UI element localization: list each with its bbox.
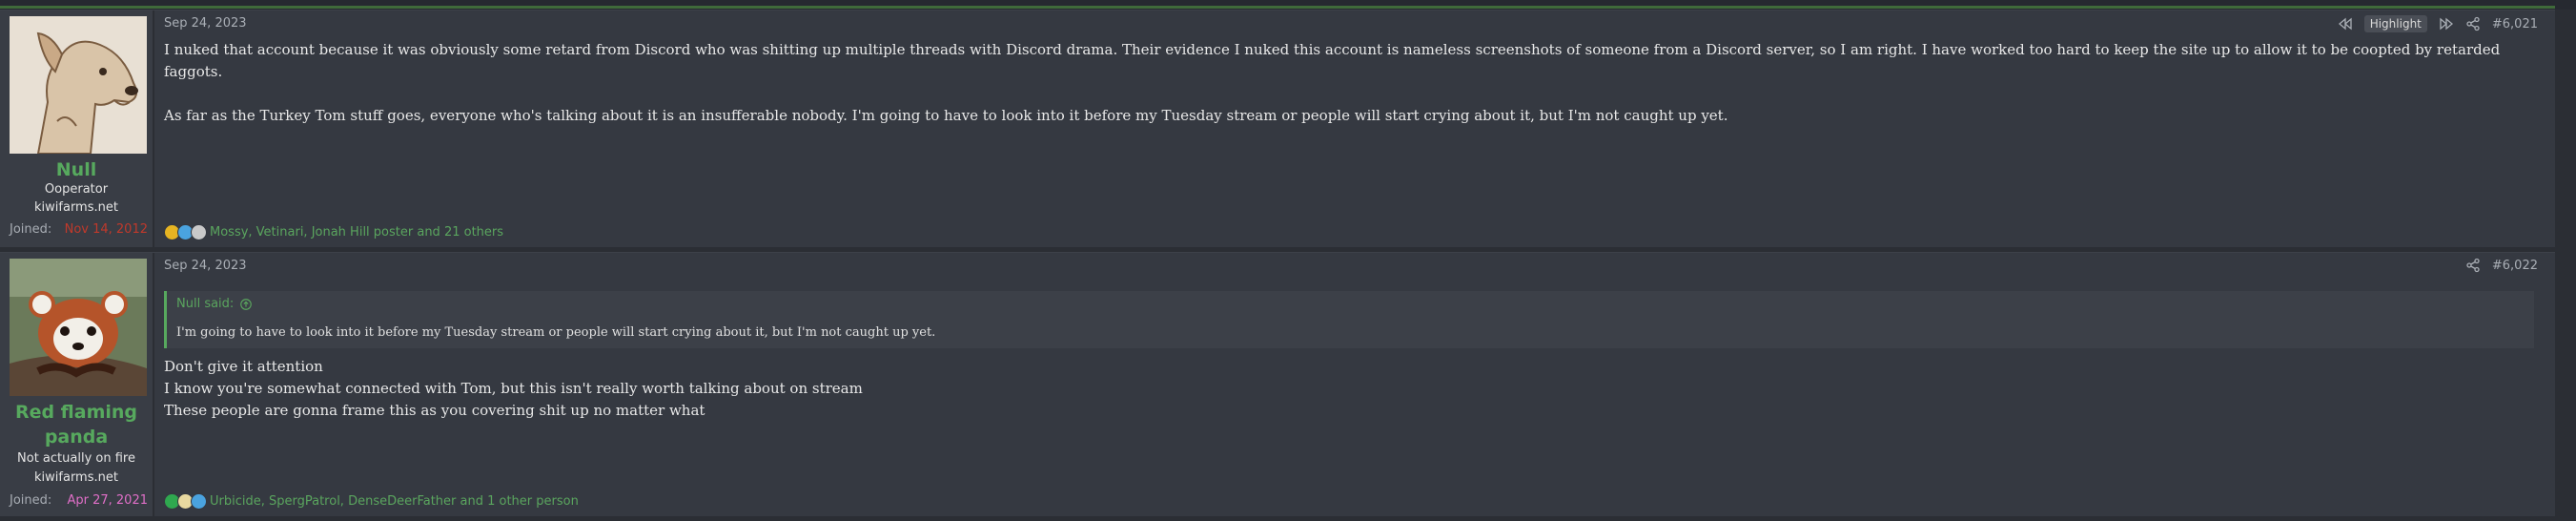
joined-row: Joined: Nov 14, 2012 (10, 222, 148, 237)
avatar[interactable] (10, 259, 147, 396)
user-pane: Null Ooperator kiwifarms.net Joined: Nov… (0, 10, 154, 247)
post-6021: Null Ooperator kiwifarms.net Joined: Nov… (0, 10, 2555, 247)
red-panda-avatar-icon (10, 259, 147, 396)
reactions-bar[interactable]: Mossy, Vetinari, Jonah Hill poster and 2… (164, 224, 503, 240)
line: These people are gonna frame this as you… (164, 402, 705, 419)
share-icon[interactable] (2465, 16, 2481, 31)
post-main: Sep 24, 2023 Highlight #6,021 I nuked th… (162, 10, 2544, 247)
reactions-bar[interactable]: Urbicide, SpergPatrol, DenseDeerFather a… (164, 493, 579, 510)
page-top-bar (0, 0, 2576, 10)
arrow-up-circle-icon[interactable] (239, 298, 253, 311)
reaction-icons (164, 493, 207, 510)
cocktail-reaction-icon (191, 224, 207, 240)
paragraph: I nuked that account because it was obvi… (164, 41, 2501, 80)
reaction-names[interactable]: Urbicide, SpergPatrol, DenseDeerFather a… (210, 494, 579, 509)
username-line-2[interactable]: panda (0, 425, 153, 449)
post-main: Sep 24, 2023 #6,022 Null said: I'm going… (162, 253, 2544, 516)
reaction-icons (164, 224, 207, 240)
username-line-1[interactable]: Red flaming (0, 400, 153, 425)
rewind-icon[interactable] (2338, 16, 2353, 31)
dog-avatar-icon (10, 16, 147, 154)
paragraph: As far as the Turkey Tom stuff goes, eve… (164, 107, 1728, 124)
post-date[interactable]: Sep 24, 2023 (164, 259, 247, 273)
quote-author[interactable]: Null said: (176, 297, 234, 311)
quote-author-row[interactable]: Null said: (176, 297, 253, 311)
user-site: kiwifarms.net (34, 200, 118, 215)
post-tools: Highlight #6,021 (2338, 15, 2538, 32)
user-pane: Red flaming panda Not actually on fire k… (0, 253, 154, 516)
post-date[interactable]: Sep 24, 2023 (164, 16, 247, 31)
username[interactable]: Null (0, 157, 153, 182)
line: Don't give it attention (164, 358, 323, 375)
post-6022: Red flaming panda Not actually on fire k… (0, 252, 2555, 516)
joined-label: Joined: (10, 493, 52, 508)
highlight-button[interactable]: Highlight (2363, 15, 2427, 32)
joined-label: Joined: (10, 222, 52, 237)
quote-text: I'm going to have to look into it before… (176, 325, 936, 340)
share-icon[interactable] (2465, 258, 2481, 273)
avatar[interactable] (10, 16, 147, 154)
forward-icon[interactable] (2439, 16, 2454, 31)
joined-date: Apr 27, 2021 (67, 493, 148, 508)
joined-date: Nov 14, 2012 (64, 222, 148, 237)
user-title: Not actually on fire (17, 451, 135, 466)
joined-row: Joined: Apr 27, 2021 (10, 493, 148, 508)
user-title: Ooperator (44, 182, 109, 197)
line: I know you're somewhat connected with To… (164, 380, 863, 397)
post-number[interactable]: #6,021 (2492, 17, 2538, 31)
post-number[interactable]: #6,022 (2492, 259, 2538, 273)
post-body: Don't give it attention I know you're so… (164, 356, 2534, 422)
post-tools: #6,022 (2465, 258, 2538, 273)
post-body: I nuked that account because it was obvi… (164, 39, 2534, 127)
user-site: kiwifarms.net (34, 470, 118, 485)
reaction-names[interactable]: Mossy, Vetinari, Jonah Hill poster and 2… (210, 225, 503, 240)
thumbs-up-reaction-icon (191, 493, 207, 510)
accent-line (0, 6, 2555, 9)
quote-block: Null said: I'm going to have to look int… (164, 291, 2534, 348)
